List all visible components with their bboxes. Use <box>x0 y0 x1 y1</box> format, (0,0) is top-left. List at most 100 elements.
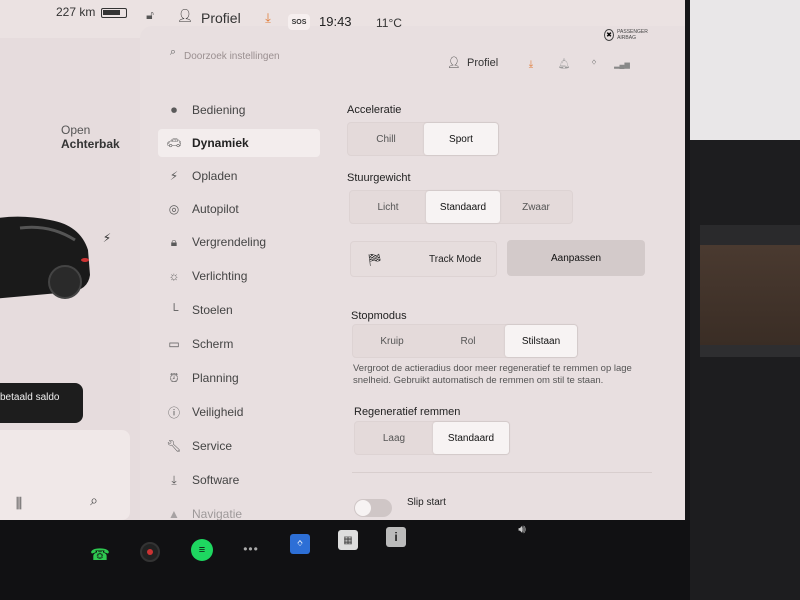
open-trunk-label[interactable]: Open <box>61 123 90 137</box>
menu-item-planning[interactable]: ⏰︎ Planning <box>158 364 320 392</box>
bluetooth-app-icon[interactable]: ᛜ <box>290 534 310 554</box>
regen-option-standaard[interactable]: Standaard <box>433 422 509 454</box>
steering-title: Stuurgewicht <box>347 172 411 184</box>
stop-mode-option-stilstaan[interactable]: Stilstaan <box>505 325 577 357</box>
balance-banner[interactable] <box>0 383 83 423</box>
menu-item-stoelen[interactable]: └ Stoelen <box>158 296 320 324</box>
balance-text: betaald saldo <box>0 392 60 403</box>
stop-mode-description: Vergroot de actieradius door meer regene… <box>353 363 632 386</box>
stop-mode-option-rol[interactable]: Rol <box>431 325 505 357</box>
toggle-icon: ⏺ <box>170 102 177 117</box>
dashboard-trim-lower <box>700 345 800 357</box>
airbag-label: PASSENGER AIRBAG <box>617 29 648 41</box>
menu-item-label: Stoelen <box>192 303 233 317</box>
settings-search-icon: ⌕ <box>169 45 177 58</box>
bell-icon[interactable]: 🔔︎ <box>558 58 571 70</box>
steering-option-licht[interactable]: Licht <box>350 191 426 223</box>
touchscreen: 227 km 🔓︎ 👤︎ Profiel ⤓ SOS 19:43 11°C ✖ … <box>0 0 685 545</box>
trunk-label[interactable]: Achterbak <box>61 137 120 151</box>
passenger-airbag-indicator: ✖ PASSENGER AIRBAG <box>604 26 658 44</box>
menu-item-label: Scherm <box>192 337 234 351</box>
menu-item-label: Verlichting <box>192 269 248 283</box>
menu-item-vergrendeling[interactable]: 🔒︎ Vergrendeling <box>158 228 320 256</box>
spotify-icon[interactable]: ≡ <box>191 539 213 561</box>
download-icon[interactable]: ⤓ <box>261 10 275 25</box>
bolt-icon: ⚡︎ <box>169 169 179 183</box>
profile-label[interactable]: Profiel <box>201 10 241 26</box>
temperature: 11°C <box>376 16 402 30</box>
range-readout: 227 km <box>56 5 96 19</box>
search-icon[interactable]: ⌕ <box>86 492 102 508</box>
seat-icon: └ <box>169 303 179 317</box>
airbag-icon: ✖ <box>604 29 615 41</box>
download-icon[interactable]: ⤓ <box>525 58 537 70</box>
signal-icon: ▂▄▆ <box>614 62 630 69</box>
track-mode-label: Track Mode <box>429 254 482 265</box>
profile-label[interactable]: Profiel <box>467 57 498 69</box>
menu-item-software[interactable]: ⤓ Software <box>158 466 320 494</box>
slip-start-toggle[interactable] <box>354 499 392 517</box>
steering-option-zwaar[interactable]: Zwaar <box>500 191 572 223</box>
background-wall <box>690 0 800 140</box>
toggle-knob <box>355 500 371 516</box>
stop-mode-option-kruip[interactable]: Kruip <box>353 325 431 357</box>
regen-braking-title: Regeneratief remmen <box>354 406 461 418</box>
steering-option-standaard[interactable]: Standaard <box>426 191 500 223</box>
menu-item-scherm[interactable]: ▭ Scherm <box>158 330 320 358</box>
menu-item-label: Bediening <box>192 103 246 117</box>
adjust-button[interactable]: Aanpassen <box>507 240 645 276</box>
stop-mode-selector: Kruip Rol Stilstaan <box>352 324 578 358</box>
unlocked-icon[interactable]: 🔓︎ <box>143 8 157 22</box>
menu-item-service[interactable]: 🔧︎ Service <box>158 432 320 460</box>
wrench-icon: 🔧︎ <box>166 439 182 453</box>
menu-item-label: Autopilot <box>192 202 239 216</box>
menu-item-label: Service <box>192 439 233 453</box>
menu-item-autopilot[interactable]: ◎ Autopilot <box>158 195 320 223</box>
acceleration-title: Acceleratie <box>347 104 402 116</box>
menu-item-dynamiek[interactable]: 🚗︎ Dynamiek <box>158 129 320 157</box>
safety-icon: ⓘ <box>167 405 180 420</box>
charge-port-icon[interactable]: ⚡︎ <box>100 231 114 245</box>
profile-icon[interactable]: 👤︎ <box>447 55 461 69</box>
menu-item-verlichting[interactable]: ☼ Verlichting <box>158 262 320 290</box>
wood-trim <box>700 245 800 345</box>
lock-icon: 🔒︎ <box>170 234 178 249</box>
acceleration-selector: Chill Sport <box>347 122 499 156</box>
menu-item-label: Dynamiek <box>192 136 249 150</box>
menu-item-bediening[interactable]: ⏺ Bediening <box>158 96 320 124</box>
menu-item-label: Opladen <box>192 169 238 183</box>
settings-search-input[interactable] <box>184 48 424 64</box>
profile-icon[interactable]: 👤︎ <box>177 8 194 23</box>
volume-icon[interactable]: 🔊︎ <box>512 520 532 538</box>
sos-icon[interactable]: SOS <box>288 14 310 30</box>
phone-icon[interactable]: ☎︎ <box>90 545 110 565</box>
alarm-clock-icon: ⏰︎ <box>169 370 179 385</box>
track-mode-button[interactable]: 🏁︎ Track Mode <box>350 241 497 277</box>
light-icon: ☼ <box>168 269 180 283</box>
screen-icon: ▭ <box>168 337 180 351</box>
menu-item-veiligheid[interactable]: ⓘ Veiligheid <box>158 398 320 426</box>
regen-option-laag[interactable]: Laag <box>355 422 433 454</box>
sliders-icon[interactable]: ⫼ <box>10 495 28 511</box>
info-icon[interactable]: i <box>386 527 406 547</box>
stop-mode-title: Stopmodus <box>351 310 407 322</box>
photo-stage: 227 km 🔓︎ 👤︎ Profiel ⤓ SOS 19:43 11°C ✖ … <box>0 0 800 600</box>
battery-icon <box>101 8 127 18</box>
acceleration-option-chill[interactable]: Chill <box>348 123 424 155</box>
car-icon: 🚗︎ <box>166 136 182 150</box>
acceleration-option-sport[interactable]: Sport <box>424 123 498 155</box>
menu-item-label: Planning <box>192 371 239 385</box>
camera-dot <box>147 549 153 555</box>
regen-braking-selector: Laag Standaard <box>354 421 510 455</box>
checkered-flag-icon: 🏁︎ <box>367 253 383 267</box>
download-icon: ⤓ <box>171 472 177 487</box>
menu-item-opladen[interactable]: ⚡︎ Opladen <box>158 162 320 190</box>
slip-start-label: Slip start <box>407 497 446 508</box>
steering-wheel-icon: ◎ <box>168 202 180 216</box>
more-icon[interactable]: ••• <box>241 539 261 559</box>
calendar-icon[interactable]: ▦ <box>338 530 358 550</box>
dashboard <box>690 140 800 600</box>
bluetooth-icon[interactable]: ᛜ <box>588 57 600 69</box>
car-illustration <box>0 216 90 299</box>
camera-icon[interactable] <box>140 542 160 562</box>
